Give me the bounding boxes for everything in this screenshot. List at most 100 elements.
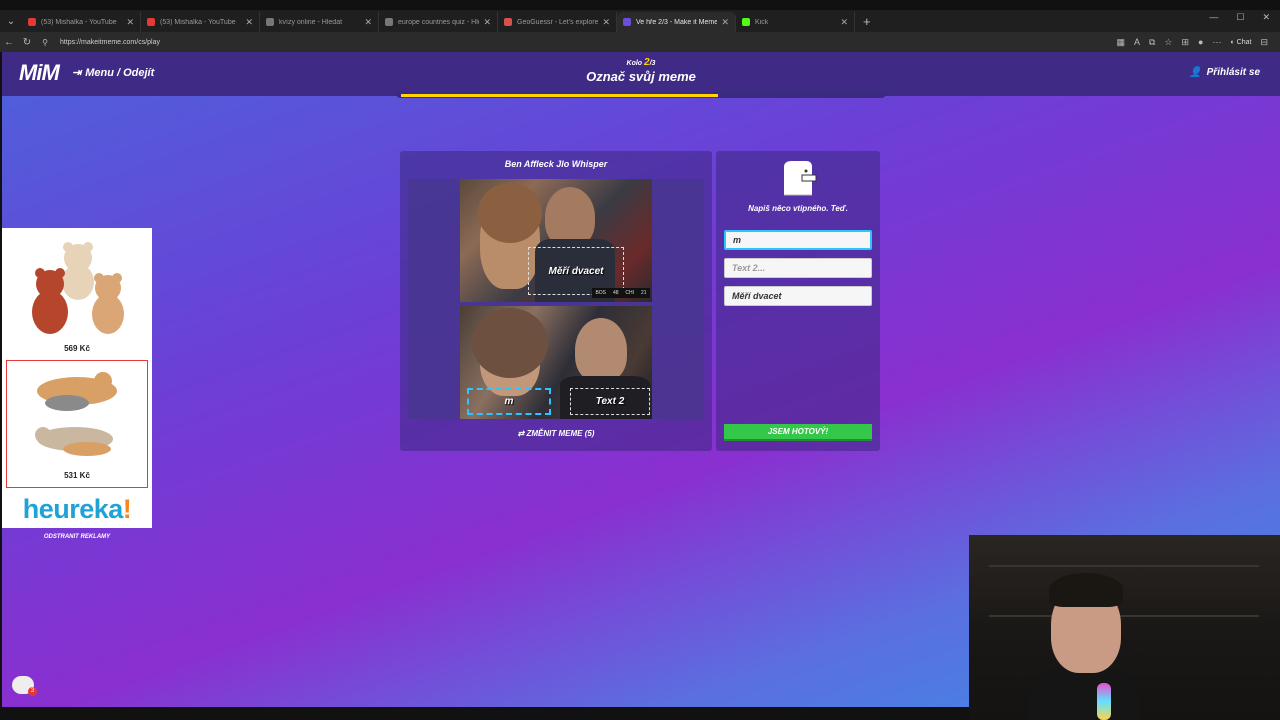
round-indicator: Kolo 2/3 Označ svůj meme [2,57,1280,84]
remove-ads-link[interactable]: ODSTRANIT REKLAMY [2,534,152,540]
window-controls: — ☐ ✕ [1209,12,1270,23]
url-field[interactable]: https://makeitmeme.com/cs/play [60,39,1116,46]
chat-badge: 3 [28,687,37,696]
tab-close-icon[interactable]: ✕ [840,17,848,28]
ad-product-1[interactable]: 569 Kč [6,232,148,354]
profile-icon[interactable]: ● [1198,37,1203,47]
close-window-icon[interactable]: ✕ [1262,12,1270,23]
caption-box-bottom-right[interactable]: Text 2 [570,388,650,415]
tab-close-icon[interactable]: ✕ [483,17,491,28]
caption-input-2[interactable] [724,258,872,278]
tab-title: Ve hře 2/3 - Make it Meme [636,18,718,26]
timer-progress-fill [401,94,718,97]
tab-list-icon[interactable]: ⌄ [0,10,22,32]
done-button[interactable]: JSEM HOTOVÝ! [724,424,872,441]
streamer-hair [1049,573,1123,607]
caption-box-bottom-left[interactable]: m [467,388,551,415]
tab-close-icon[interactable]: ✕ [126,17,134,28]
score-value-2: 21 [640,290,647,296]
browser-tab[interactable]: GeoGuessr - Let's explore the wo✕ [498,12,617,32]
tab-favicon-icon [147,18,155,26]
login-button[interactable]: 👤 Přihlásit se [1189,67,1260,78]
shelf [989,615,1259,617]
change-meme-button[interactable]: ⇄ ZMĚNIT MEME (5) [400,429,712,438]
new-tab-icon[interactable]: + [863,12,871,32]
heureka-logo[interactable]: heureka! [2,494,152,525]
prompt-text: Napiš něco vtipného. Teď. [748,204,848,213]
browser-tab[interactable]: kvízy online - Hledat ✕ [260,12,379,32]
browser-tab[interactable]: Ve hře 2/3 - Make it Meme ✕ [617,12,736,32]
tab-title: europe countries quiz - Hledat [398,18,479,26]
tab-favicon-icon [28,18,36,26]
timer-progress-bar [395,92,887,98]
site-header: MiM ⇥ Menu / Odejít Kolo 2/3 Označ svůj … [2,52,1280,96]
login-label: Přihlásit se [1206,67,1260,78]
webcam-overlay [969,535,1280,720]
browser-tab[interactable]: europe countries quiz - Hledat ✕ [379,12,498,32]
round-counter: Kolo 2/3 [2,57,1280,68]
ad-price-2: 531 Kč [64,471,90,480]
browser-tab[interactable]: Kick ✕ [736,12,855,32]
person-man [575,318,627,382]
site-info-icon[interactable]: ⚲ [36,38,54,47]
tab-favicon-icon [623,18,631,26]
score-value-1: 48 [612,290,619,296]
caption-input-panel: Napiš něco vtipného. Teď. JSEM HOTOVÝ! [716,151,880,451]
caption-input-1[interactable] [724,230,872,250]
caption-input-3[interactable] [724,286,872,306]
tab-close-icon[interactable]: ✕ [721,17,729,28]
tab-favicon-icon [266,18,274,26]
bottom-edge [0,707,969,720]
meme-panel: Ben Affleck Jlo Whisper Měří dvacet BOS … [400,151,712,451]
change-meme-label: ZMĚNIT MEME (5) [526,429,595,438]
round-prefix: Kolo [626,60,643,67]
extensions-icon[interactable]: ⧉ [1149,37,1155,48]
meme-frame-top: Měří dvacet BOS 48 CHI 21 [460,179,652,302]
tab-title: (53) Mishalka - YouTube [41,18,117,26]
address-bar: ← ↻ ⚲ https://makeitmeme.com/cs/play ▦ A… [0,32,1280,52]
teddy-bears-image [32,242,124,334]
tab-title: (53) Mishalka - YouTube [160,18,236,26]
apps-icon[interactable]: ▦ [1116,37,1125,48]
chat-label: Chat [1236,38,1252,46]
ad-price-1: 569 Kč [64,344,90,353]
read-aloud-icon[interactable]: A [1134,37,1140,47]
meme-frame-bottom: m Text 2 [460,306,652,419]
tab-strip: (53) Mishalka - YouTube ✕ (53) Mishalka - … [22,12,855,32]
tab-title: Kick [755,18,769,26]
ad-banner[interactable]: 569 Kč 531 Kč heureka! [2,228,152,528]
reload-icon[interactable]: ↻ [18,37,36,48]
meme-area: Měří dvacet BOS 48 CHI 21 m Text 2 [408,179,704,419]
refresh-icon: ⇄ [517,429,525,438]
back-icon[interactable]: ← [0,37,18,48]
page-title: Označ svůj meme [586,69,696,84]
meme-image: Měří dvacet BOS 48 CHI 21 m Text 2 [460,179,652,419]
meme-title: Ben Affleck Jlo Whisper [504,159,608,169]
copilot-chat-button[interactable]: ◐ Chat [1230,39,1251,46]
tab-close-icon[interactable]: ✕ [245,17,253,28]
round-total: /3 [649,60,656,67]
streamer-shirt [1029,667,1139,720]
microphone [1097,683,1111,720]
brand-mark: ! [122,494,132,524]
tab-close-icon[interactable]: ✕ [602,17,610,28]
maximize-icon[interactable]: ☐ [1236,12,1244,23]
ad-product-2[interactable]: 531 Kč [6,360,148,488]
favorite-icon[interactable]: ☆ [1164,37,1172,48]
sidebar-icon[interactable]: ⊟ [1260,37,1268,48]
more-icon[interactable]: ⋯ [1212,37,1221,48]
user-icon: 👤 [1189,67,1202,78]
scoreboard: BOS 48 CHI 21 [592,288,650,298]
collections-icon[interactable]: ⊞ [1181,37,1189,48]
tab-favicon-icon [504,18,512,26]
browser-tab-bar: ⌄ (53) Mishalka - YouTube ✕ (53) Mishalka … [0,10,1280,32]
score-team-1: BOS [595,290,607,296]
tab-favicon-icon [742,18,750,26]
browser-tab[interactable]: (53) Mishalka - YouTube ✕ [141,12,260,32]
browser-tab[interactable]: (53) Mishalka - YouTube ✕ [22,12,141,32]
tab-close-icon[interactable]: ✕ [364,17,372,28]
hair [472,308,548,378]
tab-title: GeoGuessr - Let's explore the wo [517,18,599,26]
chat-icon[interactable]: 3 [12,676,37,696]
minimize-icon[interactable]: — [1209,12,1218,23]
